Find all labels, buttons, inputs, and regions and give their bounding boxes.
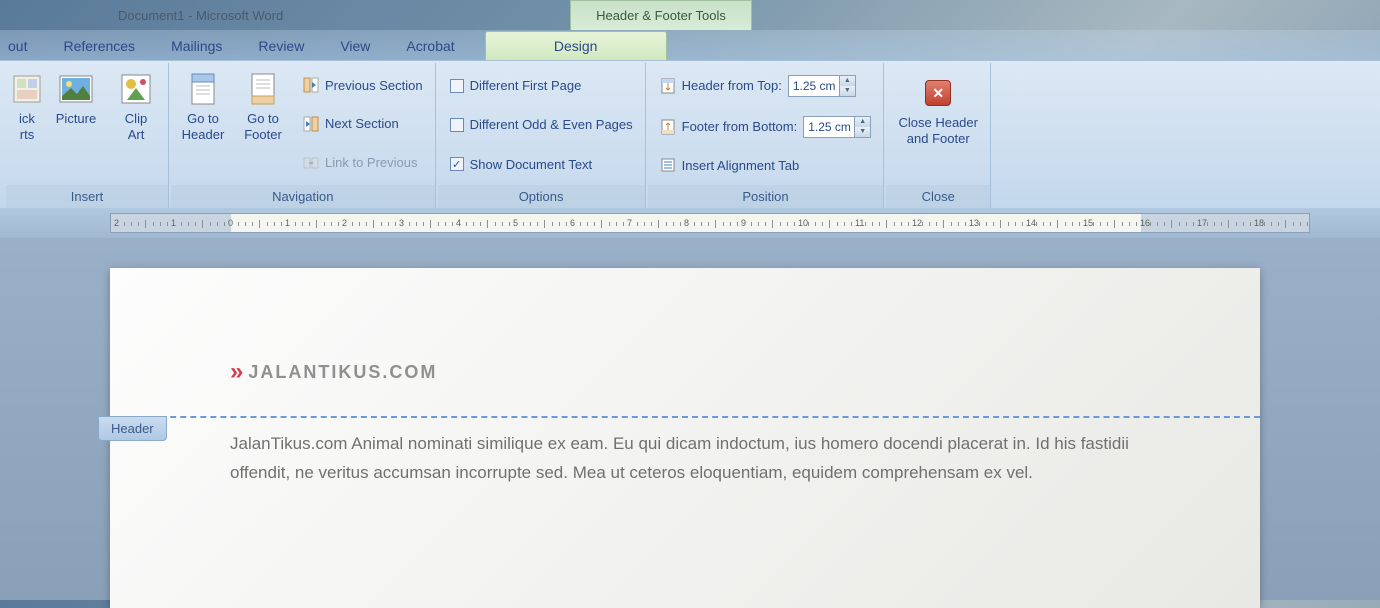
footer-from-bottom-input[interactable]: 1.25 cm ▲▼ — [803, 116, 871, 138]
ribbon-tabs: out References Mailings Review View Acro… — [0, 30, 1380, 60]
document-body-text[interactable]: JalanTikus.com Animal nominati similique… — [230, 430, 1140, 488]
logo-text: JALANTIKUS.COM — [248, 362, 437, 383]
group-label-navigation: Navigation — [171, 185, 435, 208]
tab-mailings[interactable]: Mailings — [153, 32, 240, 60]
group-label-options: Options — [438, 185, 645, 208]
tab-acrobat[interactable]: Acrobat — [388, 32, 472, 60]
tab-view[interactable]: View — [322, 32, 388, 60]
ruler-area: 210123456789101112131415161718 — [0, 208, 1380, 238]
checkbox-checked-icon — [450, 157, 464, 171]
goto-header-button[interactable]: Go to Header — [175, 67, 231, 181]
group-close: ✕ Close Header and Footer Close — [886, 63, 991, 208]
insert-alignment-tab-button[interactable]: Insert Alignment Tab — [656, 155, 876, 175]
logo-mark-icon: » — [230, 358, 240, 386]
footer-from-bottom-icon — [660, 119, 676, 135]
tab-references[interactable]: References — [45, 32, 153, 60]
goto-footer-icon — [245, 71, 281, 107]
checkbox-icon — [450, 79, 464, 93]
group-position: Header from Top: 1.25 cm ▲▼ Footer from … — [648, 63, 885, 208]
goto-footer-button[interactable]: Go to Footer — [235, 67, 291, 181]
tab-layout[interactable]: out — [0, 32, 45, 60]
clip-art-button[interactable]: Clip Art — [108, 67, 164, 181]
spinner-down-icon[interactable]: ▼ — [855, 127, 870, 137]
quick-parts-icon — [9, 71, 45, 107]
checkbox-icon — [450, 118, 464, 132]
close-header-footer-button[interactable]: ✕ Close Header and Footer — [890, 67, 986, 181]
different-odd-even-checkbox[interactable]: Different Odd & Even Pages — [446, 115, 637, 134]
page[interactable]: » JALANTIKUS.COM Header JalanTikus.com A… — [110, 268, 1260, 608]
document-title: Document1 - Microsoft Word — [118, 8, 283, 23]
title-bar: Document1 - Microsoft Word Header & Foot… — [0, 0, 1380, 30]
document-area: » JALANTIKUS.COM Header JalanTikus.com A… — [0, 238, 1380, 600]
spinner-down-icon[interactable]: ▼ — [840, 86, 855, 96]
insert-alignment-tab-icon — [660, 157, 676, 173]
spinner-up-icon[interactable]: ▲ — [855, 117, 870, 127]
spinner-up-icon[interactable]: ▲ — [840, 76, 855, 86]
picture-button[interactable]: Picture — [48, 67, 104, 181]
close-icon: ✕ — [920, 75, 956, 111]
link-to-previous-button[interactable]: Link to Previous — [299, 153, 427, 173]
previous-section-icon — [303, 77, 319, 93]
tab-design[interactable]: Design — [485, 31, 667, 60]
group-options: Different First Page Different Odd & Eve… — [438, 63, 646, 208]
header-region-tab[interactable]: Header — [98, 416, 167, 441]
ribbon: ick rts Picture Clip Art Insert — [0, 60, 1380, 208]
group-navigation: Go to Header Go to Footer Previous Secti… — [171, 63, 436, 208]
quick-parts-button[interactable]: ick rts — [10, 67, 44, 181]
header-logo: » JALANTIKUS.COM — [230, 358, 1140, 386]
header-from-top-input[interactable]: 1.25 cm ▲▼ — [788, 75, 856, 97]
previous-section-button[interactable]: Previous Section — [299, 75, 427, 95]
show-document-text-checkbox[interactable]: Show Document Text — [446, 155, 637, 174]
group-label-insert: Insert — [6, 185, 168, 208]
next-section-icon — [303, 116, 319, 132]
next-section-button[interactable]: Next Section — [299, 114, 427, 134]
goto-header-icon — [185, 71, 221, 107]
contextual-tab-title: Header & Footer Tools — [570, 0, 752, 30]
horizontal-ruler[interactable]: 210123456789101112131415161718 — [110, 213, 1310, 233]
header-from-top-label: Header from Top: — [682, 78, 782, 93]
group-label-position: Position — [648, 185, 884, 208]
header-boundary-line — [110, 416, 1260, 418]
tab-review[interactable]: Review — [240, 32, 322, 60]
contextual-tab-label: Header & Footer Tools — [596, 8, 726, 23]
group-insert: ick rts Picture Clip Art Insert — [0, 63, 169, 208]
picture-icon — [58, 71, 94, 107]
clip-art-icon — [118, 71, 154, 107]
group-label-close: Close — [886, 185, 990, 208]
different-first-page-checkbox[interactable]: Different First Page — [446, 76, 637, 95]
link-to-previous-icon — [303, 155, 319, 171]
footer-from-bottom-label: Footer from Bottom: — [682, 119, 798, 134]
header-from-top-icon — [660, 78, 676, 94]
